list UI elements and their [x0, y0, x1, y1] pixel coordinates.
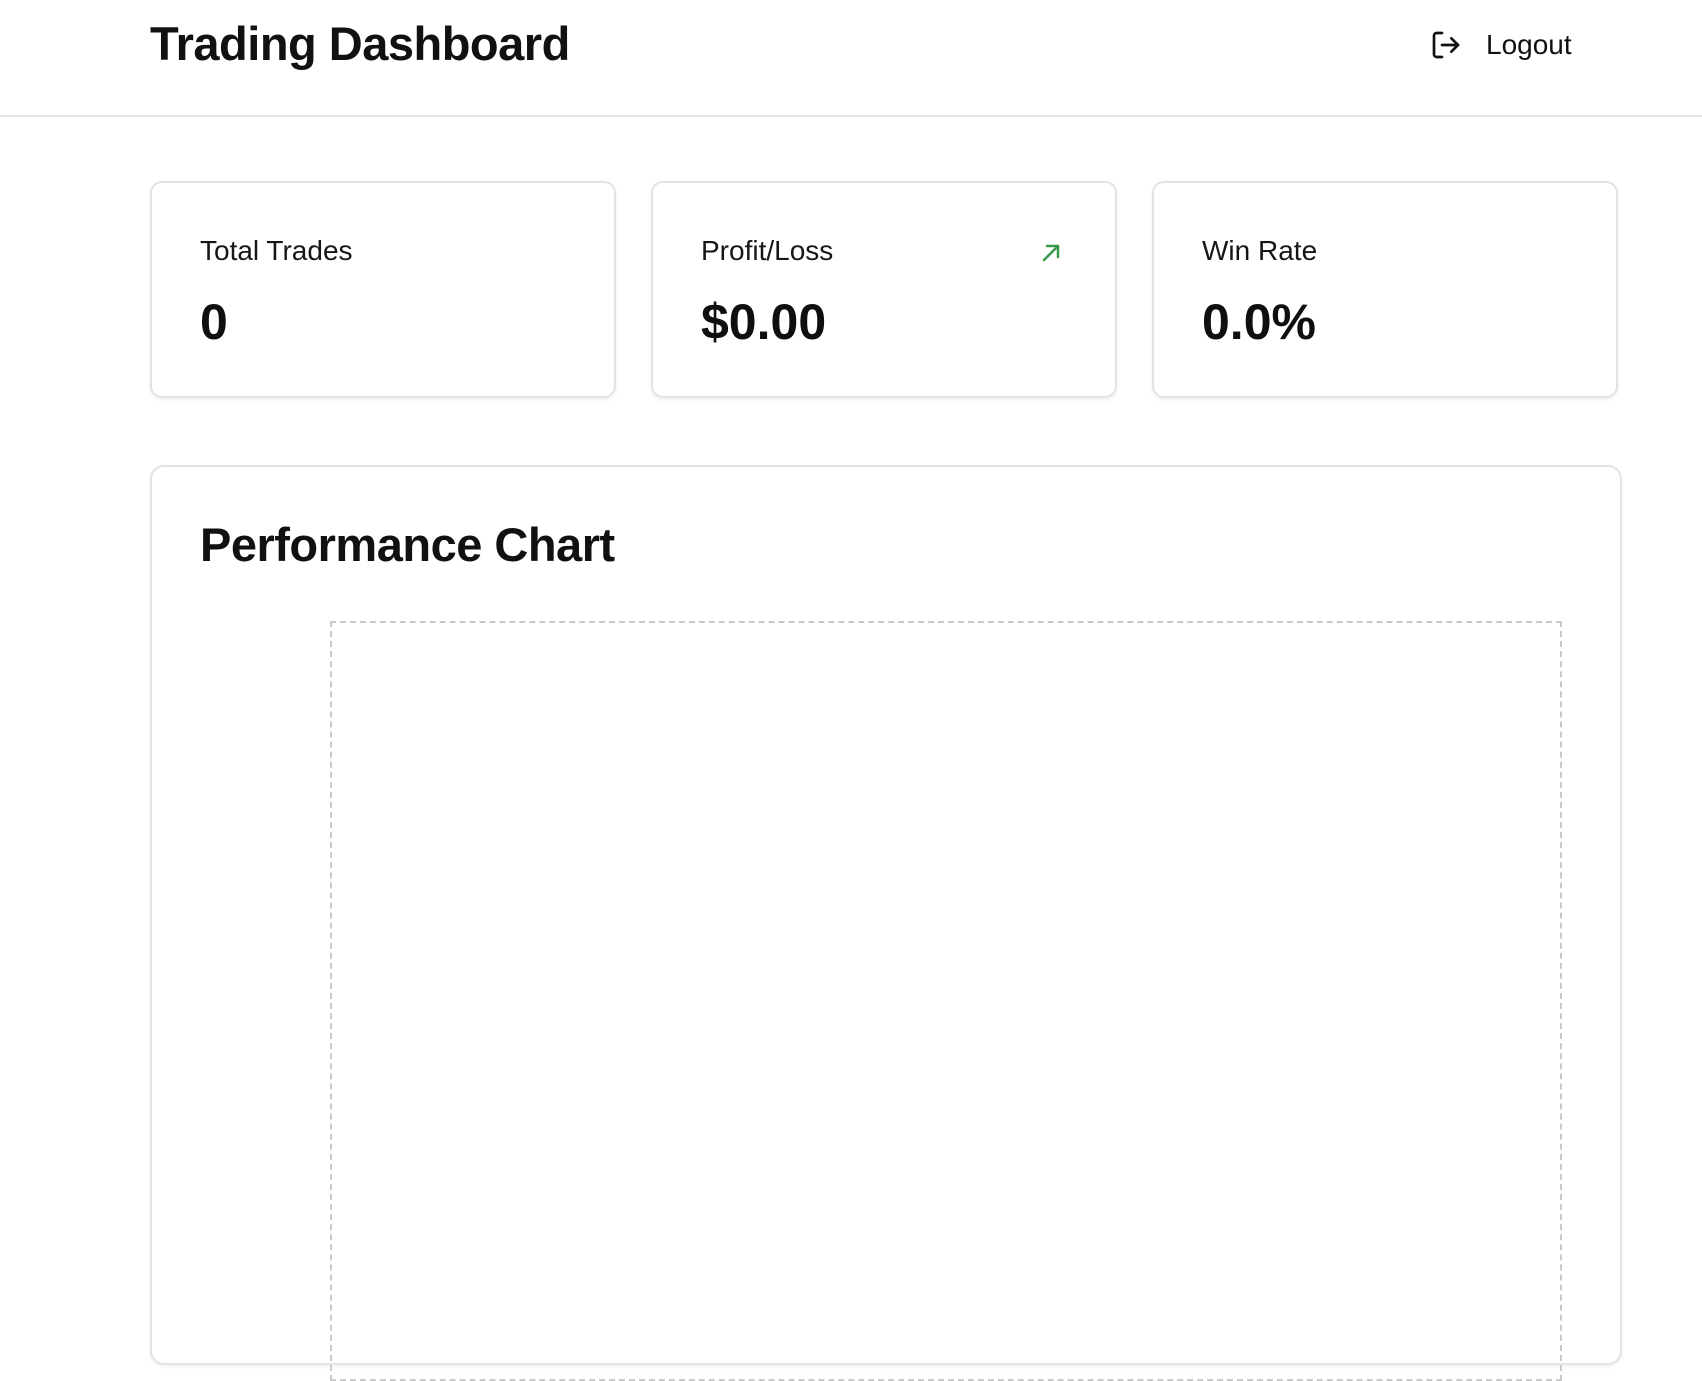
profit-loss-label: Profit/Loss	[701, 235, 834, 266]
total-trades-value: 0	[200, 294, 228, 350]
win-rate-value: 0.0%	[1202, 294, 1316, 350]
page-title: Trading Dashboard	[150, 17, 570, 70]
profit-loss-card: Profit/Loss $0.00	[651, 181, 1117, 398]
total-trades-card: Total Trades 0	[150, 181, 616, 398]
logout-button[interactable]: Logout	[1420, 20, 1582, 70]
profit-loss-value: $0.00	[701, 294, 827, 350]
logout-label: Logout	[1486, 29, 1572, 60]
win-rate-card: Win Rate 0.0%	[1152, 181, 1618, 398]
chart-title: Performance Chart	[200, 518, 615, 571]
logout-icon	[1430, 29, 1462, 61]
win-rate-label: Win Rate	[1202, 235, 1318, 266]
top-bar: Trading Dashboard Logout	[0, 0, 1702, 117]
chart-plot-area	[330, 621, 1562, 1381]
arrow-up-right-icon	[1039, 241, 1063, 265]
performance-chart-card: Performance Chart	[150, 465, 1622, 1381]
total-trades-label: Total Trades	[200, 235, 353, 266]
